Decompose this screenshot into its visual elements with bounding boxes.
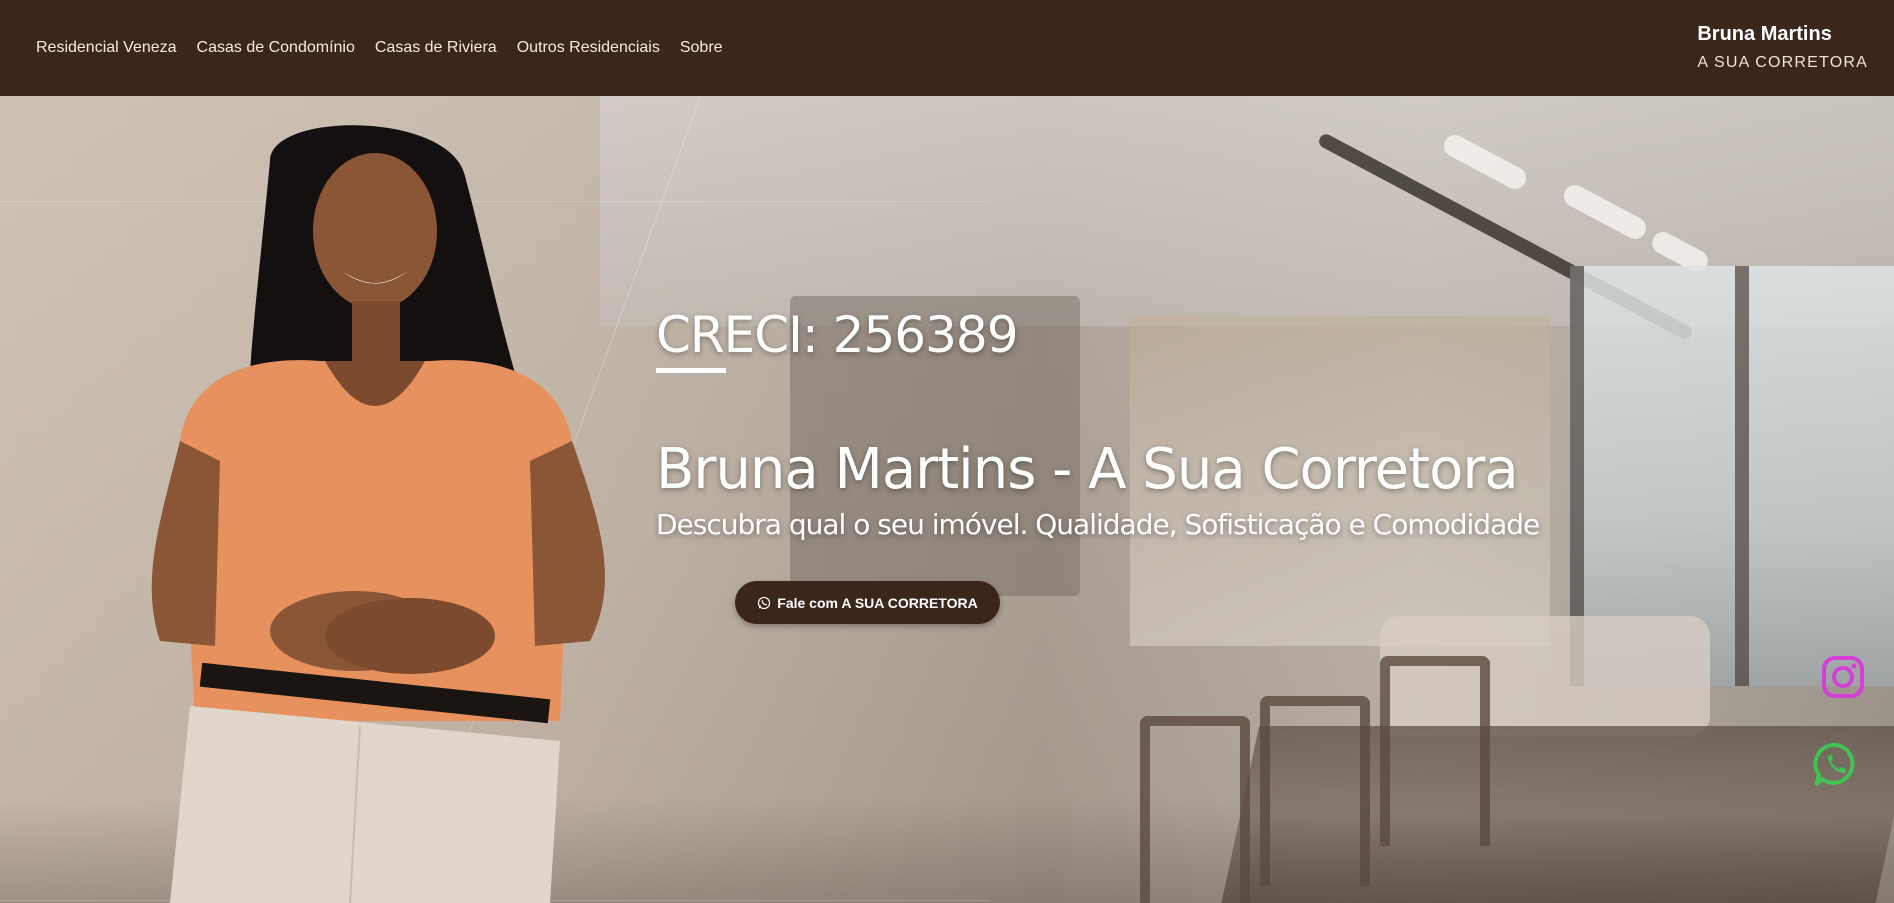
realtor-portrait — [151, 125, 605, 903]
contact-realtor-label: Fale com A SUA CORRETORA — [777, 594, 978, 611]
instagram-icon[interactable] — [1821, 655, 1865, 699]
creci-underline — [656, 368, 726, 373]
whatsapp-icon[interactable] — [1813, 742, 1859, 788]
brand-name: Bruna Martins — [1697, 22, 1832, 45]
hero-section: CRECI: 256389 Bruna Martins - A Sua Corr… — [0, 96, 1894, 903]
top-navbar: Residencial Veneza Casas de Condomínio C… — [0, 0, 1894, 96]
creci-number: CRECI: 256389 — [656, 306, 1019, 364]
nav-item-outros-residenciais[interactable]: Outros Residenciais — [517, 39, 660, 57]
contact-realtor-button[interactable]: Fale com A SUA CORRETORA — [735, 581, 1000, 624]
brand-tagline: A SUA CORRETORA — [1697, 53, 1868, 71]
nav-item-casas-de-condominio[interactable]: Casas de Condomínio — [197, 39, 355, 57]
main-nav: Residencial Veneza Casas de Condomínio C… — [36, 39, 723, 57]
hero-subheadline: Descubra qual o seu imóvel. Qualidade, S… — [656, 508, 1540, 541]
whatsapp-icon — [758, 596, 771, 609]
nav-item-residencial-veneza[interactable]: Residencial Veneza — [36, 39, 177, 57]
hero-headline: Bruna Martins - A Sua Corretora — [656, 437, 1519, 502]
nav-item-casas-de-riviera[interactable]: Casas de Riviera — [375, 39, 497, 57]
nav-item-sobre[interactable]: Sobre — [680, 39, 723, 57]
hero-content: CRECI: 256389 Bruna Martins - A Sua Corr… — [656, 306, 1806, 541]
brand-logo[interactable]: Bruna Martins A SUA CORRETORA — [1697, 23, 1868, 72]
